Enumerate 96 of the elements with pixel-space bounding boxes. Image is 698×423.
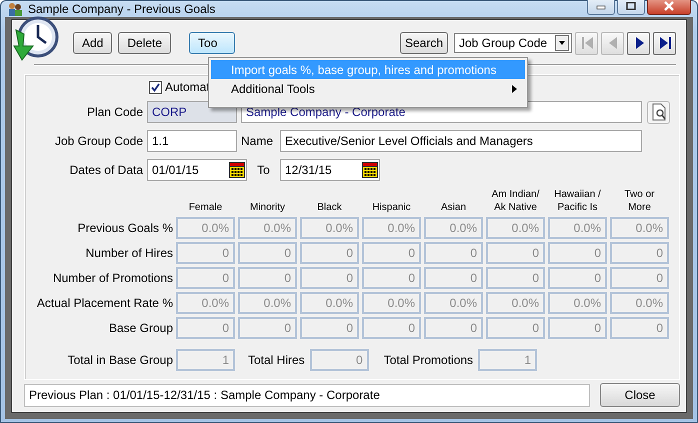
- total-label: Total in Base Group: [66, 353, 173, 367]
- value-field: 0.0%: [424, 292, 483, 314]
- value-field: 0: [424, 317, 483, 339]
- first-icon: [582, 37, 592, 49]
- total-field: 1: [176, 349, 235, 371]
- column-header: Black: [316, 201, 343, 214]
- minimize-button[interactable]: [587, 0, 615, 15]
- value-field: 0: [610, 317, 669, 339]
- value-field: 0: [548, 317, 607, 339]
- value-field: 0: [238, 242, 297, 264]
- value-field: 0: [300, 317, 359, 339]
- value-field: 0: [300, 242, 359, 264]
- document-search-button[interactable]: [647, 100, 670, 124]
- column-header: Asian: [440, 201, 467, 214]
- value-field: 0.0%: [238, 292, 297, 314]
- checkbox-label: Automat: [165, 80, 210, 94]
- close-dialog-button[interactable]: Close: [600, 383, 680, 407]
- calendar-icon: [229, 162, 245, 178]
- value-field: 0: [362, 317, 421, 339]
- toolbar-button[interactable]: Delete: [118, 32, 172, 54]
- maximize-icon: [626, 2, 636, 10]
- last-icon: [660, 37, 670, 49]
- value-field: 0: [486, 317, 545, 339]
- total-label: Total Hires: [248, 353, 305, 367]
- search-field-dropdown[interactable]: Job Group Code: [454, 33, 572, 53]
- field-label: Plan Code: [86, 105, 143, 119]
- value-field: 0: [486, 242, 545, 264]
- maximize-button[interactable]: [617, 0, 645, 15]
- date-field[interactable]: 12/31/15: [280, 159, 380, 181]
- row-label: Actual Placement Rate %: [36, 296, 173, 310]
- value-field: 0: [176, 267, 235, 289]
- total-field: 0: [310, 349, 369, 371]
- value-field: 0.0%: [486, 217, 545, 239]
- value-field: 0.0%: [548, 292, 607, 314]
- plan-code-field[interactable]: CORP: [147, 101, 237, 123]
- value-field: 0.0%: [610, 292, 669, 314]
- value-field: 0.0%: [238, 217, 297, 239]
- value-field: 0: [362, 242, 421, 264]
- value-field: 0.0%: [362, 292, 421, 314]
- value-field: 0.0%: [424, 217, 483, 239]
- value-field: 0: [548, 267, 607, 289]
- field-label: Job Group Code: [54, 134, 143, 148]
- total-label: Total Promotions: [384, 353, 474, 367]
- value-field: 0.0%: [486, 292, 545, 314]
- value-field: 0: [300, 267, 359, 289]
- search-button[interactable]: Search: [400, 32, 448, 54]
- value-field: 0: [424, 267, 483, 289]
- job-group-code-field[interactable]: 1.1: [147, 130, 237, 152]
- field-label: Name: [241, 134, 274, 148]
- close-button[interactable]: [647, 0, 691, 15]
- value-field: 0: [176, 317, 235, 339]
- previous-icon: [608, 37, 616, 49]
- value-field: 0.0%: [176, 292, 235, 314]
- column-header: Hispanic: [371, 201, 412, 214]
- row-label: Number of Hires: [84, 246, 173, 260]
- value-field: 0: [238, 317, 297, 339]
- menu-item[interactable]: Additional Tools: [211, 79, 525, 98]
- automatic-checkbox[interactable]: [149, 80, 162, 94]
- column-header: Two or More: [623, 188, 656, 214]
- total-field: 1: [478, 349, 538, 371]
- value-field: 0.0%: [610, 217, 669, 239]
- app-icon: [7, 1, 23, 17]
- column-header: Female: [188, 201, 224, 214]
- value-field: 0: [362, 267, 421, 289]
- job-group-name-field[interactable]: Executive/Senior Level Officials and Managers: [280, 130, 642, 152]
- value-field: 0: [486, 267, 545, 289]
- value-field: 0.0%: [548, 217, 607, 239]
- value-field: 0: [176, 242, 235, 264]
- value-field: 0: [424, 242, 483, 264]
- toolbar-button[interactable]: Too: [189, 32, 236, 54]
- nav-button[interactable]: [653, 32, 676, 54]
- status-bar: Previous Plan : 01/01/15-12/31/15 : Sample Company - Corporate: [24, 384, 590, 406]
- clock-icon: [13, 16, 59, 62]
- value-field: 0.0%: [300, 292, 359, 314]
- row-label: Previous Goals %: [76, 221, 173, 235]
- date-field[interactable]: 01/01/15: [147, 159, 247, 181]
- value-field: 0: [610, 242, 669, 264]
- field-label: To: [256, 163, 271, 177]
- value-field: 0: [610, 267, 669, 289]
- row-label: Base Group: [108, 321, 173, 335]
- column-header: Am Indian/ Ak Native: [490, 188, 540, 214]
- next-icon: [636, 37, 644, 49]
- window-title: Sample Company - Previous Goals: [28, 2, 216, 16]
- close-icon: [663, 1, 675, 11]
- column-header: Minority: [248, 201, 286, 214]
- row-label: Number of Promotions: [52, 271, 173, 285]
- value-field: 0.0%: [176, 217, 235, 239]
- value-field: 0.0%: [362, 217, 421, 239]
- nav-button[interactable]: [627, 32, 650, 54]
- value-field: 0: [238, 267, 297, 289]
- field-label: Dates of Data: [68, 163, 143, 177]
- column-header: Hawaiian / Pacific Is: [553, 188, 602, 214]
- value-field: 0.0%: [300, 217, 359, 239]
- value-field: 0: [548, 242, 607, 264]
- calendar-icon: [362, 162, 378, 178]
- toolbar-button[interactable]: Add: [73, 32, 112, 54]
